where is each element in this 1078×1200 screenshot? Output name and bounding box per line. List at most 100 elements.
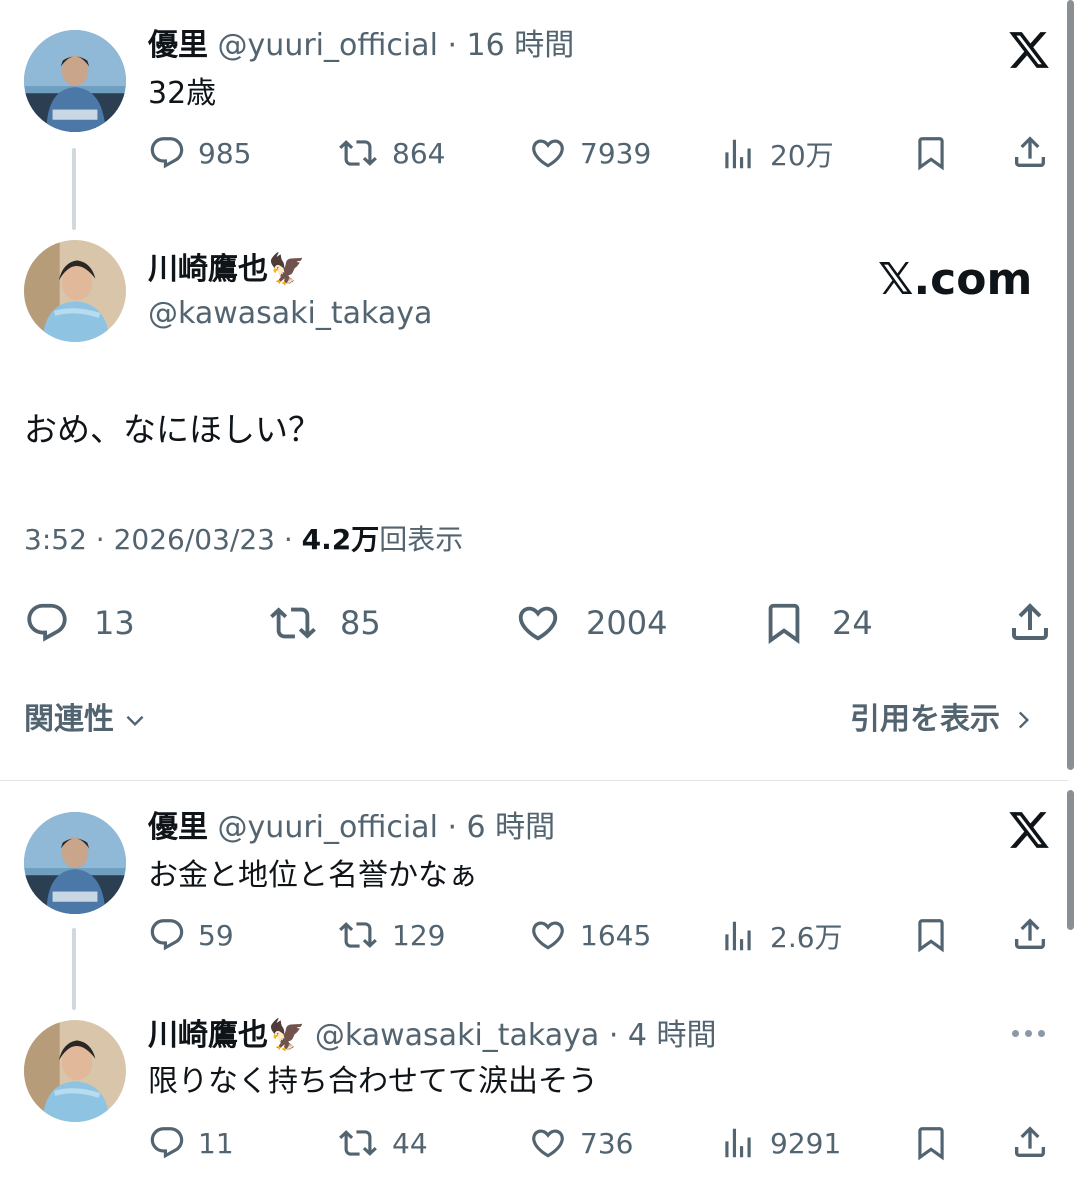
- reply-count: 13: [94, 604, 135, 642]
- share-button[interactable]: [1006, 598, 1054, 646]
- avatar[interactable]: [24, 240, 126, 342]
- retweet-button[interactable]: 864: [336, 134, 445, 172]
- sort-label: 関連性: [24, 702, 114, 737]
- heart-icon: [528, 916, 568, 954]
- tweet-header: 優里 @yuuri_official · 16 時間: [148, 26, 574, 66]
- analytics-icon: [718, 1124, 758, 1162]
- display-name[interactable]: 川崎鷹也: [148, 252, 268, 287]
- reply-count: 11: [198, 1126, 234, 1160]
- reply-button[interactable]: 13: [24, 600, 135, 646]
- retweet-count: 85: [340, 604, 381, 642]
- heart-icon: [528, 134, 568, 172]
- bookmark-icon: [912, 1124, 950, 1162]
- user-handle[interactable]: @yuuri_official: [218, 28, 438, 63]
- display-name[interactable]: 優里: [148, 28, 208, 63]
- views-button[interactable]: 2.6万: [718, 916, 843, 956]
- thread-line: [72, 928, 76, 1010]
- display-name[interactable]: 川崎鷹也: [148, 1018, 268, 1053]
- tweet-text: おめ、なにほしい？: [24, 410, 321, 449]
- x-com-watermark: 𝕏.com: [878, 254, 1033, 305]
- tweet-header: 優里 @yuuri_official · 6 時間: [148, 808, 555, 848]
- chevron-right-icon: [1010, 707, 1036, 733]
- tweet-text: お金と地位と名誉かなぁ: [148, 858, 478, 893]
- avatar[interactable]: [24, 1020, 126, 1122]
- bookmark-button[interactable]: 24: [760, 600, 873, 646]
- reply-button[interactable]: 11: [148, 1124, 234, 1162]
- like-button[interactable]: 7939: [528, 134, 651, 172]
- share-icon: [1010, 1122, 1050, 1162]
- reply-icon: [148, 134, 186, 172]
- bookmark-button[interactable]: [912, 1124, 950, 1162]
- bookmark-button[interactable]: [912, 916, 950, 954]
- eagle-emoji: 🦅: [268, 1018, 306, 1053]
- sort-dropdown[interactable]: 関連性: [24, 700, 148, 740]
- tweet-timestamp[interactable]: 3:52 · 2026/03/23 ·: [24, 523, 293, 556]
- tweet-text: 32歳: [148, 76, 217, 111]
- eagle-emoji: 🦅: [268, 252, 306, 287]
- like-count: 2004: [586, 604, 668, 642]
- user-handle[interactable]: @kawasaki_takaya: [148, 294, 432, 334]
- tweet-time[interactable]: · 4 時間: [609, 1018, 717, 1053]
- thread-line: [72, 148, 76, 230]
- reply-count: 59: [198, 918, 234, 952]
- reply-button[interactable]: 985: [148, 134, 251, 172]
- share-icon: [1010, 132, 1050, 172]
- tweet-header: 川崎鷹也🦅 @kawasaki_takaya · 4 時間: [148, 1016, 717, 1056]
- views-count: 20万: [770, 139, 834, 172]
- views-count: 9291: [770, 1126, 842, 1160]
- chevron-down-icon: [122, 707, 148, 733]
- share-icon: [1010, 914, 1050, 954]
- like-button[interactable]: 2004: [512, 600, 667, 646]
- analytics-icon: [718, 917, 758, 955]
- heart-icon: [512, 600, 564, 646]
- reply-icon: [148, 916, 186, 954]
- display-name[interactable]: 優里: [148, 810, 208, 845]
- section-divider: [0, 780, 1068, 781]
- user-handle[interactable]: @kawasaki_takaya: [315, 1018, 599, 1053]
- retweet-count: 864: [392, 136, 446, 170]
- bookmark-icon: [912, 916, 950, 954]
- more-dots-icon: [1012, 1030, 1045, 1037]
- share-button[interactable]: [1010, 1122, 1050, 1162]
- views-button[interactable]: 9291: [718, 1124, 841, 1162]
- views-button[interactable]: 20万: [718, 134, 834, 174]
- bookmark-count: 24: [832, 604, 873, 642]
- retweet-button[interactable]: 44: [336, 1124, 428, 1162]
- like-count: 736: [580, 1126, 634, 1160]
- tweet-time[interactable]: · 6 時間: [447, 810, 555, 845]
- like-count: 7939: [580, 136, 652, 170]
- view-quotes-label: 引用を表示: [850, 702, 1000, 737]
- bookmark-icon: [760, 600, 808, 646]
- share-icon: [1006, 598, 1054, 646]
- retweet-icon: [336, 134, 380, 172]
- reply-count: 985: [198, 136, 252, 170]
- share-button[interactable]: [1010, 914, 1050, 954]
- scrollbar[interactable]: [1067, 0, 1074, 770]
- tweet-meta: 3:52 · 2026/03/23 · 4.2万回表示: [24, 520, 463, 560]
- x-logo-icon: [1006, 808, 1052, 852]
- view-quotes-link[interactable]: 引用を表示: [850, 700, 1036, 740]
- tweet-time[interactable]: · 16 時間: [447, 28, 574, 63]
- like-button[interactable]: 736: [528, 1124, 633, 1162]
- more-options-button[interactable]: [1012, 1030, 1045, 1037]
- share-button[interactable]: [1010, 132, 1050, 172]
- like-count: 1645: [580, 918, 652, 952]
- view-label: 回表示: [379, 523, 464, 556]
- retweet-icon: [336, 1124, 380, 1162]
- heart-icon: [528, 1124, 568, 1162]
- analytics-icon: [718, 135, 758, 173]
- avatar[interactable]: [24, 30, 126, 132]
- retweet-icon: [266, 600, 320, 646]
- retweet-button[interactable]: 129: [336, 916, 445, 954]
- view-count: 4.2万: [301, 523, 380, 556]
- bookmark-button[interactable]: [912, 134, 950, 172]
- user-handle[interactable]: @yuuri_official: [218, 810, 438, 845]
- retweet-button[interactable]: 85: [266, 600, 381, 646]
- avatar[interactable]: [24, 812, 126, 914]
- like-button[interactable]: 1645: [528, 916, 651, 954]
- bookmark-icon: [912, 134, 950, 172]
- scrollbar[interactable]: [1067, 790, 1074, 930]
- reply-button[interactable]: 59: [148, 916, 234, 954]
- reply-icon: [148, 1124, 186, 1162]
- tweet-text: 限りなく持ち合わせてて涙出そう: [148, 1064, 598, 1099]
